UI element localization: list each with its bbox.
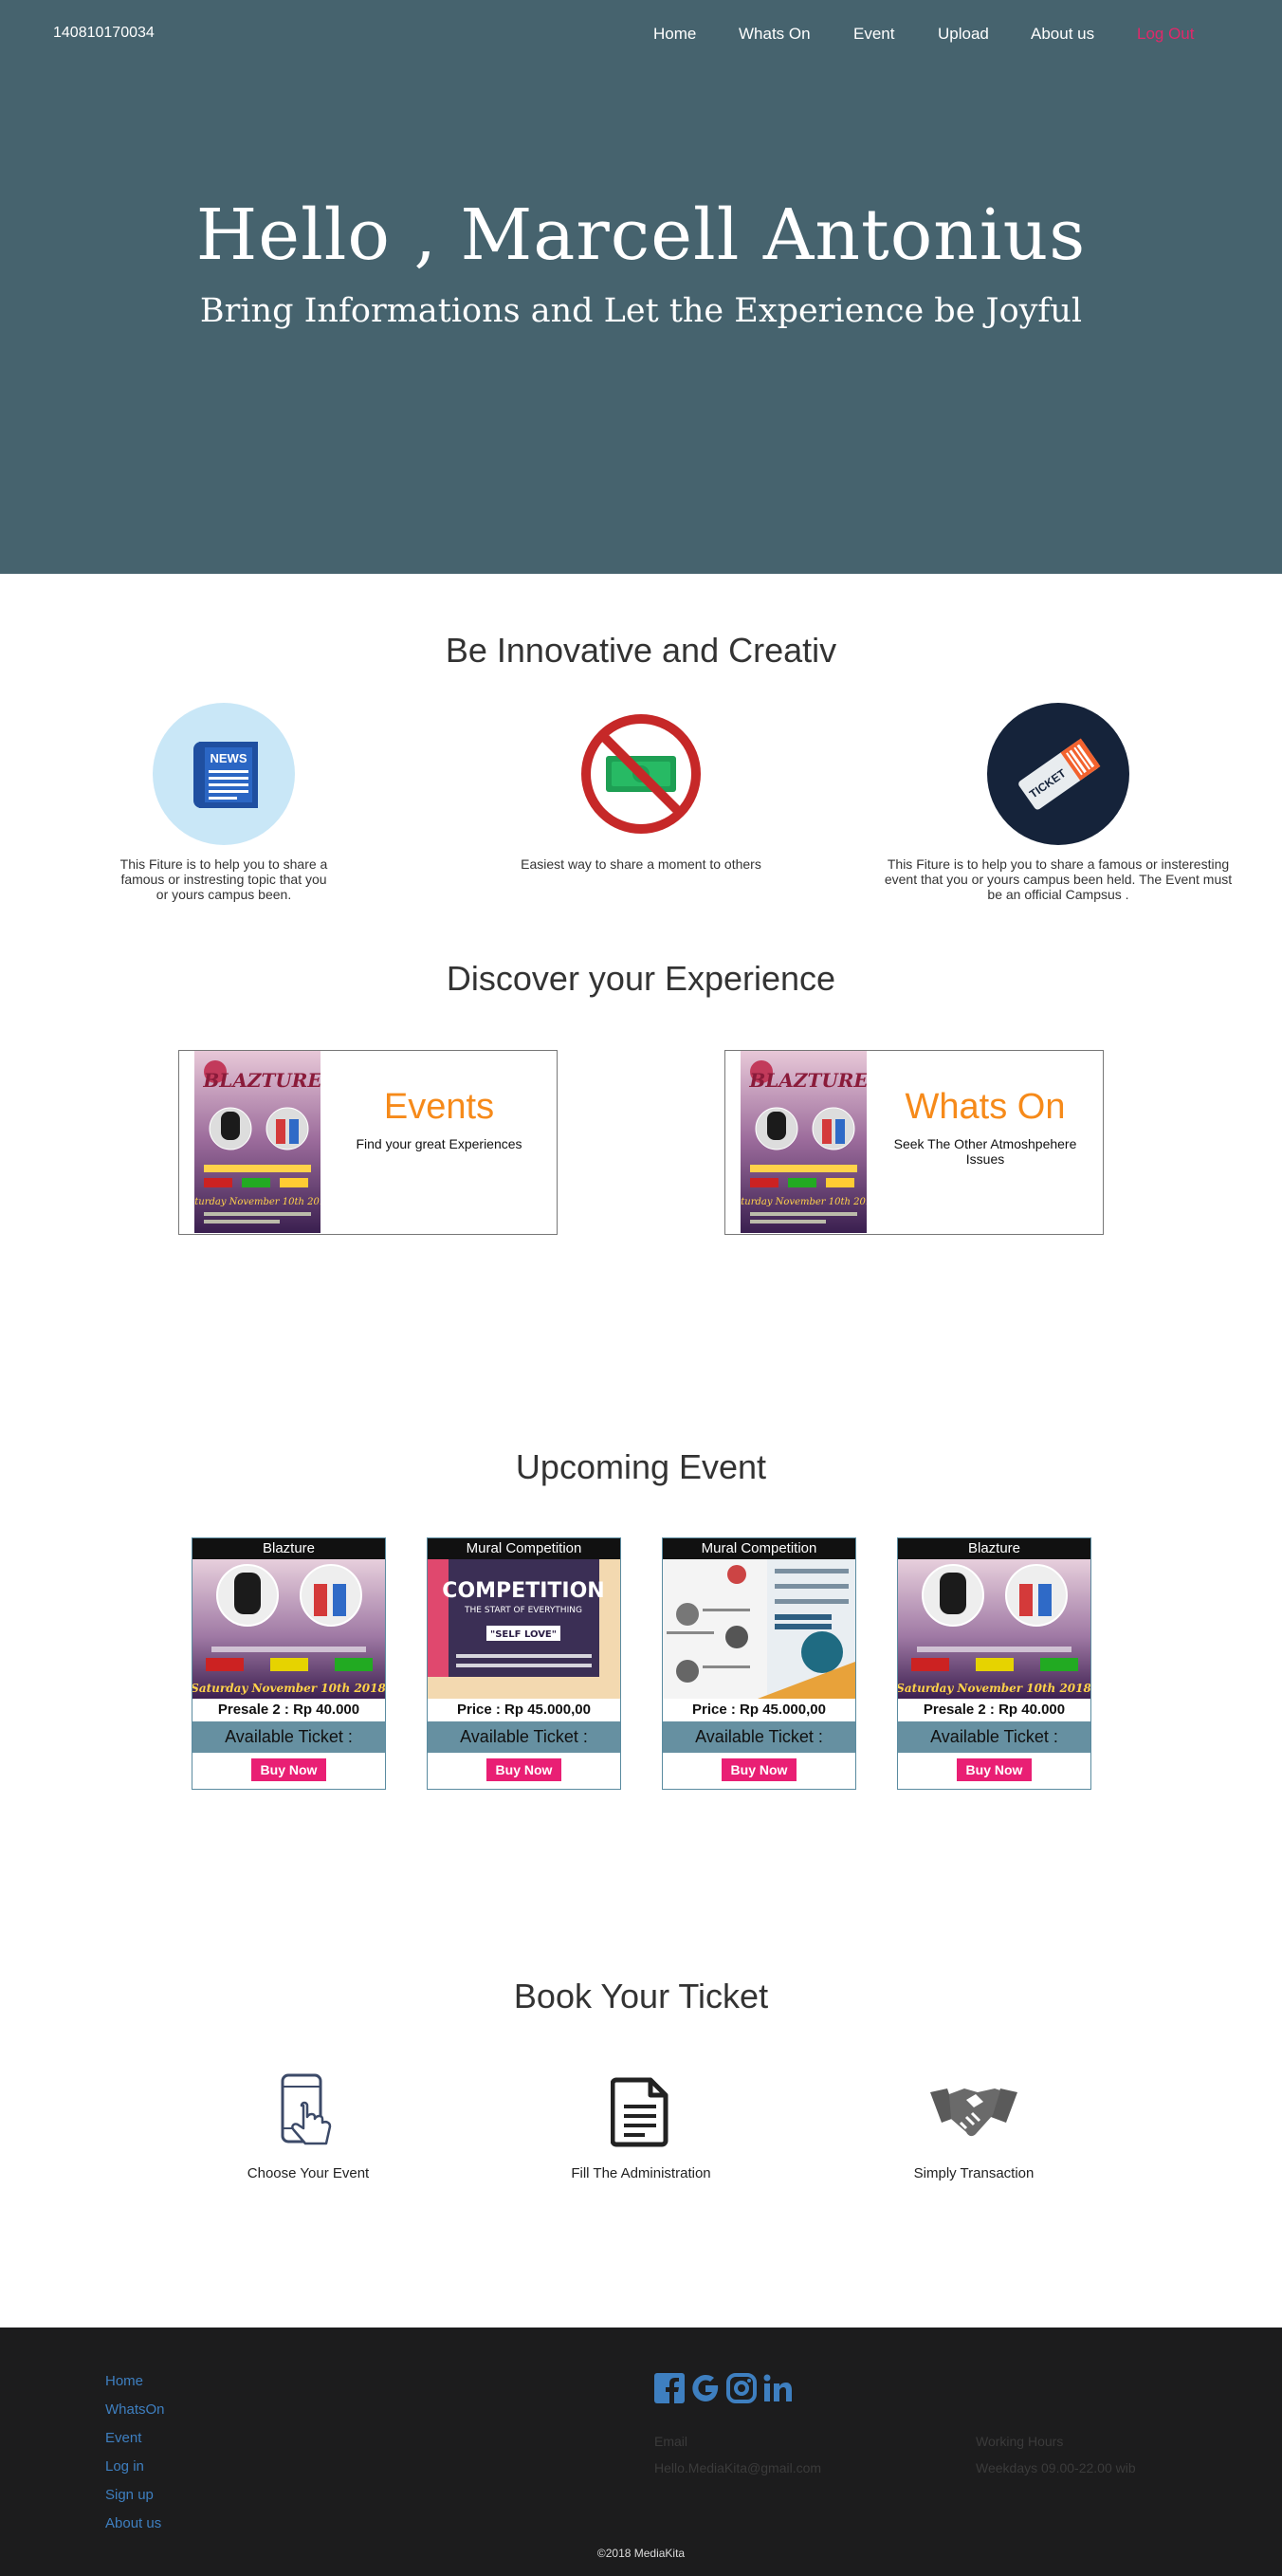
page: { "header": { "user_id": "140810170034",… [0,0,1282,2576]
footer-email-label: Email [654,2434,688,2449]
book-title: Book Your Ticket [513,1977,769,2015]
copyright: ©2018 MediaKita [596,2547,686,2560]
footer-link-about[interactable]: About us [105,2515,161,2531]
svg-text:Saturday November 10th 2018: Saturday November 10th 2018 [898,1682,1090,1695]
nav-whats-on[interactable]: Whats On [739,25,811,44]
svg-text:Saturday November 10th 2018: Saturday November 10th 2018 [194,1197,320,1207]
footer-hours: Weekdays 09.00-22.00 wib [976,2460,1136,2475]
features-title: Be Innovative and Creativ [445,631,837,670]
step-transaction: Simply Transaction [860,2072,1088,2181]
feature-news: NEWS This Fiture is to help you to share… [101,703,347,902]
event-card-name: Blazture [192,1538,385,1559]
discover-whats-on-title: Whats On [905,1087,1066,1127]
step-fill-admin: Fill The Administration [527,2072,755,2181]
available-ticket-label: Available Ticket : [192,1721,385,1753]
event-card: Blazture Saturday November 10th 2018 Pre… [192,1537,386,1790]
footer-link-login[interactable]: Log in [105,2458,144,2475]
document-icon [527,2072,755,2152]
linkedin-icon[interactable] [762,2373,793,2408]
event-card-price: Price : Rp 45.000,00 [457,1702,591,1718]
tap-phone-icon [194,2072,422,2152]
whats-on-poster-thumb: BLAZTURE Saturday November 10th 2018 [728,1051,878,1233]
svg-text:THE START OF EVERYTHING: THE START OF EVERYTHING [464,1606,582,1615]
step-transaction-label: Simply Transaction [913,2165,1035,2181]
available-ticket-label: Available Ticket : [428,1721,620,1753]
event-poster[interactable]: COMPETITION THE START OF EVERYTHING "SEL… [428,1559,620,1699]
event-card-price: Presale 2 : Rp 40.000 [923,1702,1066,1718]
svg-text:NEWS: NEWS [211,751,247,765]
event-poster[interactable]: Saturday November 10th 2018 [192,1559,385,1699]
feature-share-text: Easiest way to share a moment to others [521,856,761,872]
nav-event[interactable]: Event [853,25,894,44]
event-poster-thumb: BLAZTURE Saturday November 10th 2018 [182,1051,332,1233]
svg-text:BLAZTURE: BLAZTURE [202,1069,320,1092]
google-icon[interactable] [690,2373,721,2408]
nav-logout[interactable]: Log Out [1137,25,1195,44]
feature-share: Easiest way to share a moment to others [518,703,764,872]
handshake-icon [860,2072,1088,2152]
footer-link-whatson[interactable]: WhatsOn [105,2401,165,2418]
discover-events-title: Events [383,1087,495,1127]
social-links [654,2373,793,2408]
buy-now-button[interactable]: Buy Now [485,1758,562,1781]
buy-now-button[interactable]: Buy Now [250,1758,327,1781]
event-card-name: Blazture [898,1538,1090,1559]
hero-title: Hello , Marcell Antonius [195,194,1087,276]
footer-email[interactable]: Hello.MediaKita@gmail.com [654,2460,821,2475]
available-ticket-label: Available Ticket : [898,1721,1090,1753]
buy-now-button[interactable]: Buy Now [721,1758,797,1781]
event-card-name: Mural Competition [428,1538,620,1559]
event-card: Blazture Saturday November 10th 2018 Pre… [897,1537,1091,1790]
svg-text:"SELF LOVE": "SELF LOVE" [490,1629,557,1640]
no-money-icon [570,703,712,845]
event-card-price: Presale 2 : Rp 40.000 [217,1702,360,1718]
svg-text:BLAZTURE: BLAZTURE [748,1069,867,1092]
svg-text:COMPETITION: COMPETITION [442,1579,604,1603]
footer-link-home[interactable]: Home [105,2373,143,2389]
footer-hours-label: Working Hours [976,2434,1064,2449]
event-card: Mural Competition COMPETITION THE START … [427,1537,621,1790]
discover-card-whats-on[interactable]: BLAZTURE Saturday November 10th 2018 Wha… [724,1050,1104,1235]
feature-news-text: This Fiture is to help you to share a fa… [119,856,328,902]
event-poster[interactable]: Saturday November 10th 2018 [898,1559,1090,1699]
upcoming-title: Upcoming Event [515,1447,767,1486]
discover-title: Discover your Experience [446,959,836,998]
hero-section: 140810170034 Home Whats On Event Upload … [0,0,1282,574]
event-card-name: Mural Competition [663,1538,855,1559]
footer: Home WhatsOn Event Log in Sign up About … [0,2328,1282,2576]
step-choose-event-label: Choose Your Event [247,2165,370,2181]
ticket-icon: TICKET [987,703,1129,845]
nav-upload[interactable]: Upload [938,25,989,44]
buy-now-button[interactable]: Buy Now [956,1758,1033,1781]
available-ticket-label: Available Ticket : [663,1721,855,1753]
feature-ticket: TICKET This Fiture is to help you to sha… [878,703,1238,902]
svg-text:Saturday November 10th 2018: Saturday November 10th 2018 [192,1682,385,1695]
event-card-price: Price : Rp 45.000,00 [692,1702,826,1718]
nav-about-us[interactable]: About us [1031,25,1094,44]
discover-card-events[interactable]: BLAZTURE Saturday November 10th 2018 Eve… [178,1050,558,1235]
step-fill-admin-label: Fill The Administration [571,2165,711,2181]
footer-link-signup[interactable]: Sign up [105,2487,154,2503]
hero-subtitle: Bring Informations and Let the Experienc… [199,292,1083,330]
nav-home[interactable]: Home [653,25,696,44]
step-choose-event: Choose Your Event [194,2072,422,2181]
top-nav: Home Whats On Event Upload About us Log … [0,25,1282,44]
discover-events-text: Find your great Experiences [356,1136,522,1151]
event-card: Mural Competition Price : Rp 45.000,00 A… [662,1537,856,1790]
event-poster[interactable] [663,1559,855,1699]
svg-text:Saturday November 10th 2018: Saturday November 10th 2018 [741,1197,867,1207]
facebook-icon[interactable] [654,2373,685,2408]
footer-link-event[interactable]: Event [105,2430,141,2446]
news-icon: NEWS [153,703,295,845]
discover-whats-on-text: Seek The Other Atmoshpehere Issues [893,1136,1077,1167]
feature-ticket-text: This Fiture is to help you to share a fa… [884,856,1233,902]
instagram-icon[interactable] [726,2373,757,2408]
